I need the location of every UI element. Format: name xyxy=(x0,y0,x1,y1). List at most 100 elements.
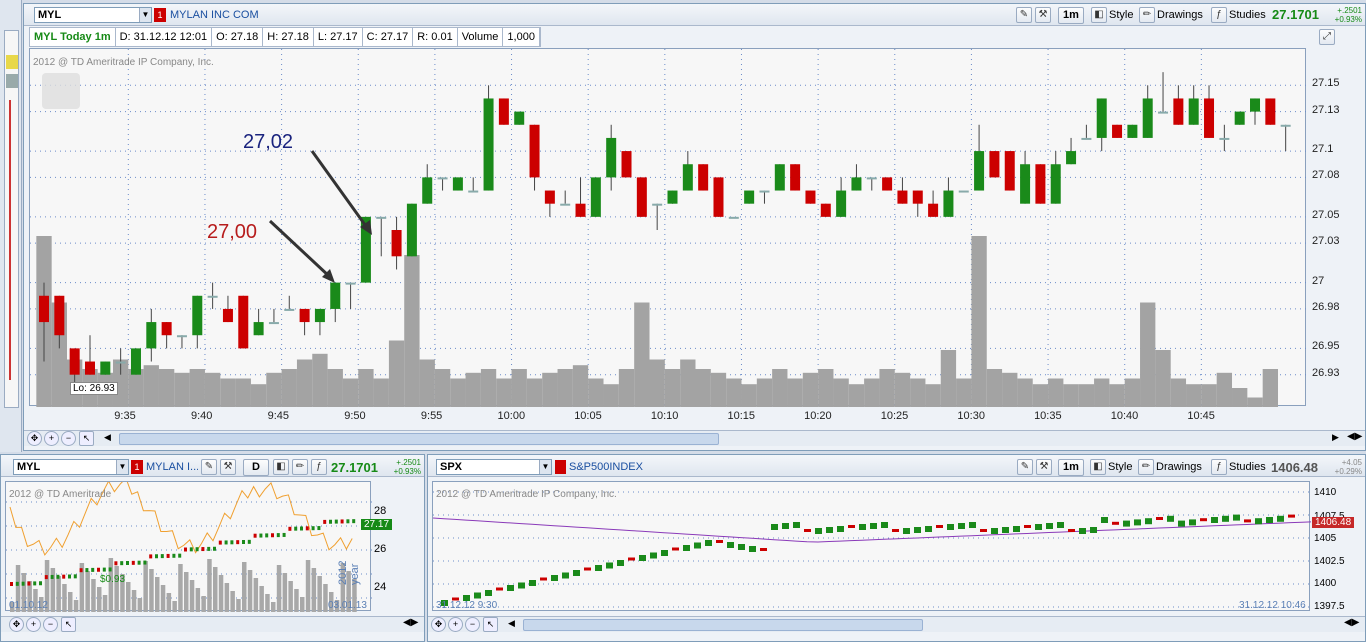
daily-wrench-icon[interactable]: ⚒ xyxy=(220,459,236,475)
spx-scroll-thumb[interactable] xyxy=(523,619,923,631)
main-wrench-icon[interactable]: ⚒ xyxy=(1035,7,1051,23)
main-zoom-out-icon[interactable]: − xyxy=(61,431,76,446)
main-volume-bar xyxy=(741,384,757,407)
spx-plot-area[interactable]: 2012 @ TD Ameritrade IP Company, Inc. 31… xyxy=(432,481,1311,611)
spx-y-tick-1400: 1400 xyxy=(1314,578,1337,589)
main-volume-bar xyxy=(480,369,497,407)
main-cursor-icon[interactable]: ↖ xyxy=(79,431,94,446)
main-volume-bar xyxy=(634,302,650,407)
main-volume-bar xyxy=(603,384,619,407)
main-volume-bar xyxy=(1155,350,1171,407)
spx-style-icon[interactable]: ◧ xyxy=(1090,459,1106,475)
daily-collapse-icon[interactable]: ◀▶ xyxy=(403,617,418,628)
main-watermark-icon xyxy=(42,73,80,109)
spx-settings-icon[interactable]: ✎ xyxy=(1017,459,1033,475)
main-style-button[interactable]: Style xyxy=(1109,9,1133,21)
daily-zoom-out-icon[interactable]: − xyxy=(43,617,58,632)
main-volume-bar xyxy=(894,372,911,407)
spx-link-color-icon[interactable] xyxy=(555,460,566,474)
daily-pan-icon[interactable]: ✥ xyxy=(9,617,24,632)
daily-cursor-icon[interactable]: ↖ xyxy=(61,617,76,632)
spx-symbol-input[interactable]: SPX ▼ xyxy=(436,459,552,475)
daily-scrollbar[interactable]: ✥ + − ↖ ◀▶ xyxy=(1,616,424,632)
daily-link-color-icon[interactable]: 1 xyxy=(131,460,143,474)
main-volume-bar xyxy=(1232,388,1248,407)
main-volume-bar xyxy=(189,369,205,407)
spx-timeframe-button[interactable]: 1m xyxy=(1058,459,1084,476)
main-chart-mode-icon[interactable]: ⤢ xyxy=(1319,29,1335,45)
spx-drawings-icon[interactable]: ✏ xyxy=(1138,459,1154,475)
daily-symbol-dropdown-icon[interactable]: ▼ xyxy=(116,460,128,474)
spx-collapse-icon[interactable]: ◀▶ xyxy=(1344,617,1359,628)
main-candle xyxy=(1050,164,1061,204)
main-settings-icon[interactable]: ✎ xyxy=(1016,7,1032,23)
main-volume-bar xyxy=(726,378,742,407)
daily-plot-area[interactable]: 2012 @ TD Ameritrade $0.93 01.10.12 03.0… xyxy=(5,481,372,612)
daily-style-icon[interactable]: ◧ xyxy=(273,459,289,475)
main-candle xyxy=(1173,98,1184,125)
daily-drawings-icon[interactable]: ✏ xyxy=(292,459,308,475)
main-symbol-input[interactable]: MYL ▼ xyxy=(34,7,152,23)
spx-copyright: 2012 @ TD Ameritrade IP Company, Inc. xyxy=(436,489,617,500)
spx-studies-button[interactable]: Studies xyxy=(1229,461,1266,473)
spx-scrollbar[interactable]: ✥ + − ↖ ◀ ◀▶ xyxy=(428,616,1365,632)
spx-candle xyxy=(694,542,701,549)
daily-candle xyxy=(305,526,309,531)
spx-candle xyxy=(914,527,921,533)
spx-style-button[interactable]: Style xyxy=(1108,461,1132,473)
main-scroll-left-icon[interactable]: ◀ xyxy=(104,432,111,443)
spx-drawings-button[interactable]: Drawings xyxy=(1156,461,1202,473)
main-candle xyxy=(790,164,801,191)
main-zoom-in-icon[interactable]: + xyxy=(44,431,59,446)
main-symbol-dropdown-icon[interactable]: ▼ xyxy=(139,8,151,22)
spx-symbol-dropdown-icon[interactable]: ▼ xyxy=(539,460,551,474)
daily-candle xyxy=(44,575,48,580)
main-style-icon[interactable]: ◧ xyxy=(1091,7,1107,23)
spx-zoom-in-icon[interactable]: + xyxy=(448,617,463,632)
main-candle xyxy=(943,190,954,217)
spx-candle xyxy=(1288,514,1295,518)
daily-zoom-in-icon[interactable]: + xyxy=(26,617,41,632)
daily-candle xyxy=(189,547,193,552)
spx-candle xyxy=(1211,517,1218,523)
daily-volume-bar xyxy=(294,589,299,612)
main-timeframe-button[interactable]: 1m xyxy=(1058,7,1084,24)
daily-timeframe-button[interactable]: D xyxy=(243,459,269,476)
daily-volume-bar xyxy=(97,587,102,612)
main-candle xyxy=(1035,164,1046,204)
main-scroll-thumb[interactable] xyxy=(119,433,719,445)
spx-scroll-left-icon[interactable]: ◀ xyxy=(508,618,515,629)
main-volume-bar xyxy=(388,340,405,407)
daily-company-name[interactable]: MYLAN I... xyxy=(146,461,198,473)
main-collapse-icon[interactable]: ◀▶ xyxy=(1347,431,1362,442)
main-company-name[interactable]: MYLAN INC COM xyxy=(170,9,259,21)
daily-volume-bar xyxy=(143,561,148,612)
spx-studies-icon[interactable]: ƒ xyxy=(1211,459,1227,475)
main-plot-area[interactable]: 2012 @ TD Ameritrade IP Company, Inc. Lo… xyxy=(29,48,1307,407)
spx-pan-icon[interactable]: ✥ xyxy=(431,617,446,632)
daily-candle xyxy=(334,519,338,524)
daily-settings-icon[interactable]: ✎ xyxy=(201,459,217,475)
daily-volume-bar xyxy=(62,584,67,612)
main-drawings-icon[interactable]: ✏ xyxy=(1139,7,1155,23)
spx-candle xyxy=(1255,518,1262,525)
main-studies-button[interactable]: Studies xyxy=(1229,9,1266,21)
daily-candle xyxy=(39,581,42,586)
main-volume-bar xyxy=(956,378,972,407)
spx-cursor-icon[interactable]: ↖ xyxy=(483,617,498,632)
spx-wrench-icon[interactable]: ⚒ xyxy=(1036,459,1052,475)
spx-company-name[interactable]: S&P500INDEX xyxy=(569,461,643,473)
spx-zoom-out-icon[interactable]: − xyxy=(465,617,480,632)
daily-studies-icon[interactable]: ƒ xyxy=(311,459,327,475)
main-drawings-button[interactable]: Drawings xyxy=(1157,9,1203,21)
spx-candle xyxy=(815,528,822,534)
main-candle xyxy=(636,177,647,217)
main-scrollbar[interactable]: ✥ + − ↖ ◀ ▶ ◀▶ xyxy=(24,430,1365,446)
main-studies-icon[interactable]: ƒ xyxy=(1211,7,1227,23)
daily-symbol-input[interactable]: MYL ▼ xyxy=(13,459,129,475)
main-pan-icon[interactable]: ✥ xyxy=(27,431,42,446)
main-link-color-icon[interactable]: 1 xyxy=(154,8,166,22)
main-volume-bar xyxy=(281,369,297,407)
daily-volume-bar xyxy=(300,597,305,612)
main-scroll-right-icon[interactable]: ▶ xyxy=(1332,432,1339,443)
